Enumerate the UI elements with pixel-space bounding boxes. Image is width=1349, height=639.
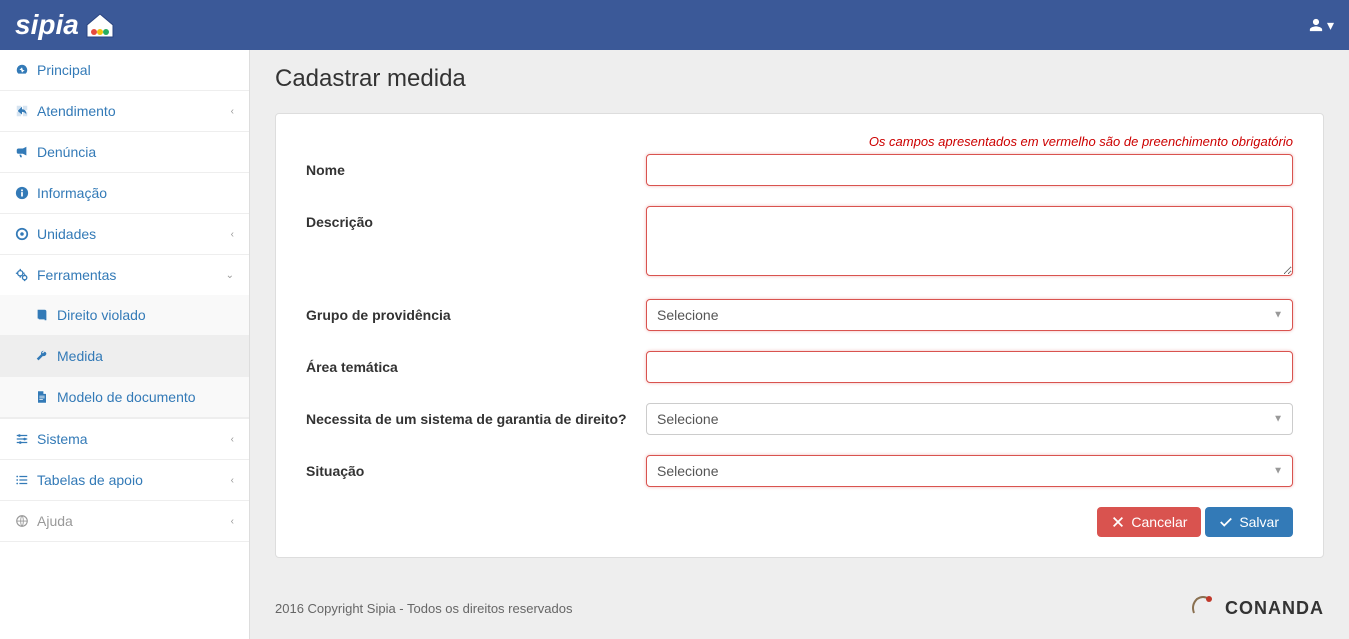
label-garantia: Necessita de um sistema de garantia de d… [306, 403, 646, 427]
grupo-select[interactable]: Selecione [646, 299, 1293, 331]
app-name: sipia [15, 9, 79, 41]
conanda-icon [1189, 593, 1219, 624]
sidebar-item-atendimento[interactable]: Atendimento ‹ [0, 91, 249, 131]
label-grupo: Grupo de providência [306, 299, 646, 323]
form-panel: Os campos apresentados em vermelho são d… [275, 113, 1324, 558]
sidebar-item-ajuda[interactable]: Ajuda ‹ [0, 501, 249, 541]
user-menu[interactable]: ▾ [1309, 17, 1334, 34]
chevron-left-icon: ‹ [231, 229, 234, 240]
sidebar-label: Principal [37, 62, 91, 78]
info-icon [15, 186, 29, 200]
check-icon [1219, 515, 1233, 529]
sidebar-label: Unidades [37, 226, 96, 242]
sidebar-item-informacao[interactable]: Informação [0, 173, 249, 213]
chevron-left-icon: ‹ [231, 106, 234, 117]
circle-dot-icon [15, 227, 29, 241]
globe-icon [15, 514, 29, 528]
sidebar-item-denuncia[interactable]: Denúncia [0, 132, 249, 172]
bullhorn-icon [15, 145, 29, 159]
sidebar-label: Direito violado [57, 307, 146, 323]
label-descricao: Descrição [306, 206, 646, 230]
sidebar-item-tabelas-apoio[interactable]: Tabelas de apoio ‹ [0, 460, 249, 500]
sidebar-label: Tabelas de apoio [37, 472, 143, 488]
chevron-left-icon: ‹ [231, 434, 234, 445]
share-icon [15, 104, 29, 118]
chevron-left-icon: ‹ [231, 516, 234, 527]
sidebar-label: Informação [37, 185, 107, 201]
button-label: Cancelar [1131, 514, 1187, 530]
cogs-icon [15, 268, 29, 282]
logo-house-icon [83, 11, 117, 39]
area-input[interactable] [646, 351, 1293, 383]
chevron-down-icon: ⌄ [226, 270, 234, 281]
page-title: Cadastrar medida [275, 65, 1324, 93]
nome-input[interactable] [646, 154, 1293, 186]
caret-down-icon: ▾ [1327, 17, 1334, 34]
sidebar-subitem-medida[interactable]: Medida [0, 336, 249, 376]
label-situacao: Situação [306, 455, 646, 479]
label-area: Área temática [306, 351, 646, 375]
sidebar-item-sistema[interactable]: Sistema ‹ [0, 419, 249, 459]
sidebar-label: Denúncia [37, 144, 96, 160]
descricao-textarea[interactable] [646, 206, 1293, 276]
file-icon [35, 390, 49, 404]
required-note: Os campos apresentados em vermelho são d… [306, 134, 1293, 149]
navbar: sipia ▾ [0, 0, 1349, 50]
cancel-button[interactable]: Cancelar [1097, 507, 1201, 537]
sidebar-item-ferramentas[interactable]: Ferramentas ⌄ [0, 255, 249, 295]
user-icon [1309, 18, 1323, 32]
footer: 2016 Copyright Sipia - Todos os direitos… [250, 578, 1349, 639]
sidebar-item-unidades[interactable]: Unidades ‹ [0, 214, 249, 254]
wrench-icon [35, 349, 49, 363]
conanda-brand: CONANDA [1189, 593, 1324, 624]
button-label: Salvar [1239, 514, 1279, 530]
sidebar-label: Atendimento [37, 103, 116, 119]
dashboard-icon [15, 63, 29, 77]
sidebar-label: Modelo de documento [57, 389, 196, 405]
sidebar-label: Medida [57, 348, 103, 364]
sidebar-subitem-direito-violado[interactable]: Direito violado [0, 295, 249, 335]
book-icon [35, 308, 49, 322]
sidebar: Principal Atendimento ‹ Denúncia Informa… [0, 50, 250, 639]
save-button[interactable]: Salvar [1205, 507, 1293, 537]
sidebar-label: Ferramentas [37, 267, 116, 283]
list-icon [15, 473, 29, 487]
situacao-select[interactable]: Selecione [646, 455, 1293, 487]
sidebar-item-principal[interactable]: Principal [0, 50, 249, 90]
close-icon [1111, 515, 1125, 529]
chevron-left-icon: ‹ [231, 475, 234, 486]
sidebar-subitem-modelo-documento[interactable]: Modelo de documento [0, 377, 249, 417]
app-logo[interactable]: sipia [15, 9, 117, 41]
sidebar-label: Sistema [37, 431, 88, 447]
copyright-text: 2016 Copyright Sipia - Todos os direitos… [275, 601, 572, 616]
garantia-select[interactable]: Selecione [646, 403, 1293, 435]
label-nome: Nome [306, 154, 646, 178]
sliders-icon [15, 432, 29, 446]
sidebar-label: Ajuda [37, 513, 73, 529]
conanda-label: CONANDA [1225, 598, 1324, 619]
